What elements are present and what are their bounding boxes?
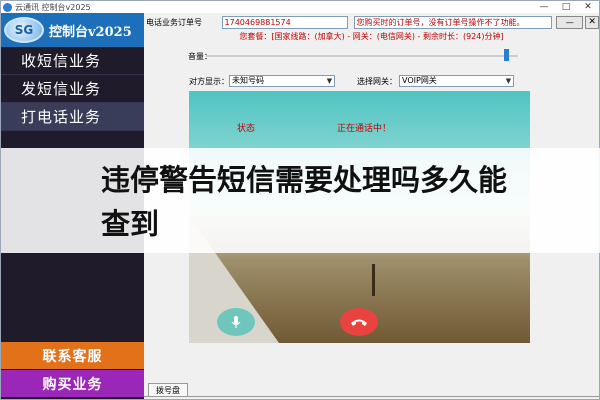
title-bar: 云通讯 控制台v2025 — □ ✕ [1, 1, 599, 13]
close-button[interactable]: ✕ [585, 15, 599, 29]
caller-id-select[interactable]: 未知号码 ▼ [229, 75, 335, 87]
brand-header: SG 控制台v2025 [1, 13, 144, 47]
volume-slider-track[interactable] [206, 55, 518, 57]
contact-service-button[interactable]: 联系客服 [1, 342, 144, 369]
app-window: 云通讯 控制台v2025 — □ ✕ SG 控制台v2025 收短信业务 发短信… [0, 0, 600, 400]
window-controls: — □ ✕ [533, 1, 599, 13]
volume-slider-thumb[interactable] [503, 49, 509, 61]
tab-dialpad[interactable]: 拨号盘 [148, 383, 188, 397]
gateway-row: 选择网关： VOIP网关 ▼ [357, 75, 514, 87]
minimize-window-button[interactable]: — [533, 1, 555, 13]
minimize-button[interactable]: — [556, 15, 584, 29]
order-notice-field: 您购买时的订单号，没有订单号操作不了功能。 [353, 15, 553, 29]
sidebar-item-send-sms[interactable]: 发短信业务 [1, 75, 144, 103]
microphone-icon [231, 316, 241, 328]
chevron-down-icon: ▼ [326, 77, 333, 85]
overlay-headline: 违停警告短信需要处理吗多久能查到 [101, 163, 508, 241]
caller-id-label: 对方显示： [189, 76, 229, 86]
microphone-button[interactable] [217, 308, 255, 336]
gateway-select[interactable]: VOIP网关 ▼ [399, 75, 514, 87]
chevron-down-icon: ▼ [505, 77, 512, 85]
package-info: 您套餐：[国家线路：(加拿大) - 网关：(电信网关) - 剩余时长：(924)… [239, 32, 504, 41]
buy-service-button[interactable]: 购买业务 [1, 370, 144, 397]
sidebar-item-phone-call[interactable]: 打电话业务 [1, 103, 144, 131]
gateway-value: VOIP网关 [402, 76, 437, 85]
hang-up-button[interactable] [340, 308, 378, 336]
gateway-label: 选择网关： [357, 76, 397, 86]
call-status-label: 状态 [237, 124, 256, 134]
hang-up-icon [351, 319, 367, 326]
order-number-field[interactable]: 1740469881574 [221, 15, 348, 29]
sidebar-item-receive-sms[interactable]: 收短信业务 [1, 47, 144, 75]
close-window-button[interactable]: ✕ [577, 1, 599, 13]
order-label: 电话业务订单号 [146, 17, 202, 27]
caller-id-row: 对方显示： 未知号码 ▼ [189, 75, 335, 87]
overlay-banner: 违停警告短信需要处理吗多久能查到 [1, 148, 600, 253]
call-status-value: 正在通话中！ [337, 124, 392, 134]
app-icon [3, 2, 12, 12]
brand-title: 控制台v2025 [49, 24, 132, 40]
maximize-window-button[interactable]: □ [555, 1, 577, 13]
brand-logo: SG [4, 17, 44, 43]
caller-id-value: 未知号码 [232, 76, 264, 85]
background-post [372, 264, 375, 296]
order-bar: 电话业务订单号 1740469881574 您购买时的订单号，没有订单号操作不了… [144, 15, 599, 29]
tab-divider [144, 396, 599, 397]
window-title: 云通讯 控制台v2025 [15, 2, 91, 12]
